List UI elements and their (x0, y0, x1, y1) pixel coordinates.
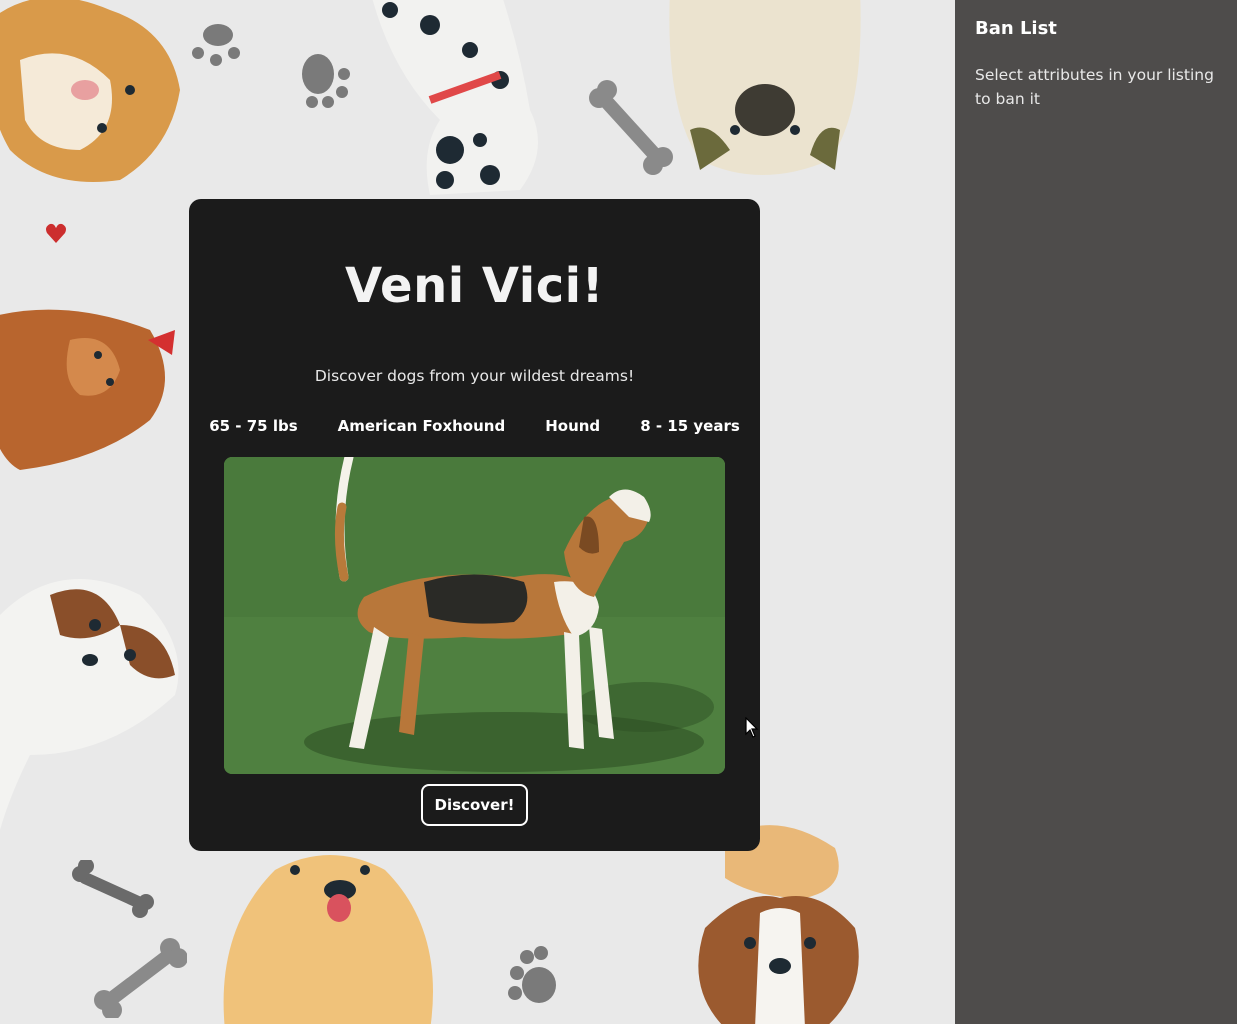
foxhound-image (224, 457, 725, 774)
dog-card: Veni Vici! Discover dogs from your wilde… (189, 199, 760, 851)
brown-white-dog-illustration (0, 579, 179, 831)
cream-dog-illustration (669, 0, 861, 175)
ban-list-sidebar: Ban List Select attributes in your listi… (955, 0, 1237, 1024)
dog-photo (224, 457, 725, 774)
bone-icon (72, 860, 154, 918)
paw-print-icon (192, 24, 240, 66)
page-subtitle: Discover dogs from your wildest dreams! (314, 367, 635, 385)
discover-button[interactable]: Discover! (421, 784, 528, 826)
attribute-breed[interactable]: American Foxhound (338, 417, 506, 435)
long-hair-dog-illustration (0, 309, 175, 470)
dalmatian-illustration (372, 0, 538, 195)
golden-dog-illustration (223, 855, 433, 1024)
ban-list-title: Ban List (975, 18, 1057, 39)
mouse-cursor-icon (745, 717, 759, 738)
orange-dog-illustration (0, 0, 180, 182)
paw-print-icon (302, 54, 350, 108)
attribute-list: 65 - 75 lbs American Foxhound Hound 8 - … (189, 417, 760, 435)
attribute-lifespan[interactable]: 8 - 15 years (640, 417, 740, 435)
paw-print-icon (508, 946, 556, 1003)
page-title: Veni Vici! (345, 258, 604, 314)
attribute-weight[interactable]: 65 - 75 lbs (209, 417, 297, 435)
heart-icon (46, 223, 66, 243)
app-root: Veni Vici! Discover dogs from your wilde… (0, 0, 1237, 1024)
attribute-group[interactable]: Hound (545, 417, 600, 435)
ban-list-hint: Select attributes in your listing to ban… (975, 66, 1214, 108)
bone-icon (94, 938, 187, 1018)
